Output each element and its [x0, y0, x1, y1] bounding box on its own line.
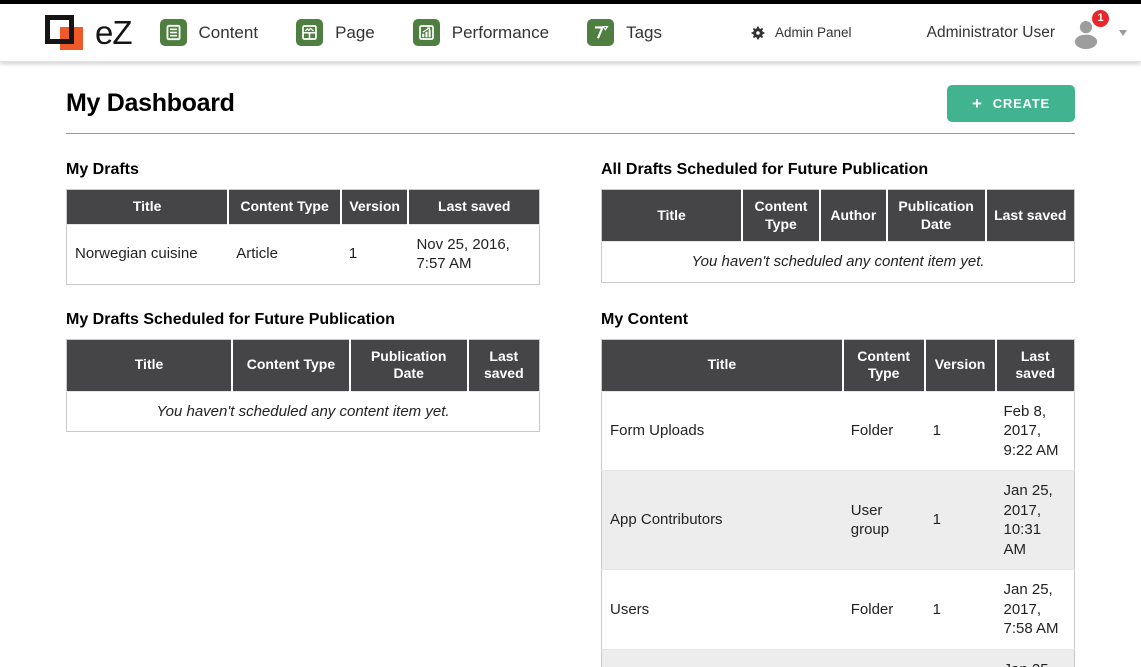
column-header: Last saved — [996, 339, 1075, 391]
table-row[interactable]: Norwegian cuisineArticle1Nov 25, 2016, 7… — [67, 224, 540, 284]
section-all-drafts-scheduled: All Drafts Scheduled for Future Publicat… — [601, 161, 1075, 283]
chevron-down-icon[interactable] — [1119, 30, 1127, 36]
table-cell: 1 — [925, 570, 996, 650]
all-drafts-scheduled-table: TitleContent TypeAuthorPublication DateL… — [601, 189, 1075, 283]
table-header-row: TitleContent TypeVersionLast saved — [67, 190, 540, 225]
table-cell: Jan 25, 2017, 7:55 AM — [996, 649, 1075, 667]
table-cell: Folder — [843, 570, 925, 650]
ez-logo-mark-icon — [45, 12, 87, 54]
nav-item-content[interactable]: Content — [160, 19, 259, 46]
nav-item-tags[interactable]: Tags — [587, 19, 662, 46]
my-drafts-scheduled-table: TitleContent TypePublication DateLast sa… — [66, 339, 540, 433]
section-my-drafts: My Drafts TitleContent TypeVersionLast s… — [66, 161, 540, 285]
user-menu[interactable]: Administrator User 1 — [927, 17, 1127, 49]
admin-panel-label: Admin Panel — [775, 25, 852, 40]
empty-message: You haven't scheduled any content item y… — [67, 391, 540, 432]
my-drafts-table: TitleContent TypeVersionLast savedNorweg… — [66, 189, 540, 285]
table-cell: Norwegian cuisine — [67, 224, 229, 284]
ez-logo-text: eZ — [95, 14, 132, 52]
column-header: Publication Date — [350, 339, 468, 391]
table-header-row: TitleContent TypePublication DateLast sa… — [67, 339, 540, 391]
notification-badge[interactable]: 1 — [1092, 10, 1109, 27]
table-row[interactable]: App ContributorsUser group1Jan 25, 2017,… — [602, 471, 1075, 570]
dashboard-grid: My Drafts TitleContent TypeVersionLast s… — [66, 161, 1075, 667]
table-cell: 1 — [925, 649, 996, 667]
table-cell: App Contributors — [602, 471, 843, 570]
create-button-label: CREATE — [993, 96, 1050, 111]
table-cell: Folder — [843, 649, 925, 667]
table-header-row: TitleContent TypeVersionLast saved — [602, 339, 1075, 391]
nav-label-page: Page — [335, 23, 375, 43]
nav-label-performance: Performance — [452, 23, 549, 43]
table-cell: 1 — [341, 224, 409, 284]
tags-icon — [587, 19, 614, 46]
table-cell: Folder — [843, 391, 925, 471]
table-cell: Feb 8, 2017, 9:22 AM — [996, 391, 1075, 471]
column-header: Version — [925, 339, 996, 391]
column-header: Title — [602, 190, 742, 242]
table-header-row: TitleContent TypeAuthorPublication DateL… — [602, 190, 1075, 242]
column-header: Title — [67, 339, 233, 391]
avatar[interactable]: 1 — [1069, 17, 1103, 49]
table-row[interactable]: AppFolder1Jan 25, 2017, 7:55 AM — [602, 649, 1075, 667]
table-cell: 1 — [925, 391, 996, 471]
main-nav: Content Page — [160, 19, 663, 46]
create-button[interactable]: CREATE — [947, 85, 1075, 122]
app-header: eZ Content Pag — [0, 4, 1141, 62]
table-cell: Article — [228, 224, 341, 284]
nav-label-tags: Tags — [626, 23, 662, 43]
user-name: Administrator User — [927, 24, 1055, 42]
ez-logo[interactable]: eZ — [45, 12, 132, 54]
page-icon — [296, 19, 323, 46]
empty-row: You haven't scheduled any content item y… — [67, 391, 540, 432]
table-cell: User group — [843, 471, 925, 570]
column-header: Version — [341, 190, 409, 225]
ez-logo-outline-square — [45, 15, 74, 44]
empty-row: You haven't scheduled any content item y… — [602, 242, 1075, 283]
table-cell: 1 — [925, 471, 996, 570]
section-my-content: My Content TitleContent TypeVersionLast … — [601, 311, 1075, 667]
dashboard-main: My Dashboard CREATE My Drafts TitleConte… — [0, 85, 1141, 667]
column-header: Content Type — [742, 190, 820, 242]
section-heading-my-drafts: My Drafts — [66, 161, 540, 179]
content-icon — [160, 19, 187, 46]
admin-panel-link[interactable]: Admin Panel — [750, 25, 852, 41]
column-header: Last saved — [408, 190, 539, 225]
column-header: Content Type — [232, 339, 350, 391]
table-cell: Form Uploads — [602, 391, 843, 471]
nav-item-page[interactable]: Page — [296, 19, 375, 46]
column-header: Content Type — [228, 190, 341, 225]
plus-icon — [972, 99, 983, 109]
column-header: Content Type — [843, 339, 925, 391]
table-cell: Users — [602, 570, 843, 650]
table-row[interactable]: Form UploadsFolder1Feb 8, 2017, 9:22 AM — [602, 391, 1075, 471]
section-my-drafts-scheduled: My Drafts Scheduled for Future Publicati… — [66, 311, 540, 433]
nav-label-content: Content — [199, 23, 259, 43]
table-row[interactable]: UsersFolder1Jan 25, 2017, 7:58 AM — [602, 570, 1075, 650]
column-header: Publication Date — [887, 190, 986, 242]
gear-icon — [750, 25, 766, 41]
column-header: Last saved — [986, 190, 1075, 242]
section-heading-my-content: My Content — [601, 311, 1075, 329]
my-content-table: TitleContent TypeVersionLast savedForm U… — [601, 339, 1075, 667]
column-header: Author — [820, 190, 887, 242]
table-cell: Nov 25, 2016, 7:57 AM — [408, 224, 539, 284]
table-cell: App — [602, 649, 843, 667]
section-heading-my-drafts-scheduled: My Drafts Scheduled for Future Publicati… — [66, 311, 540, 329]
section-heading-all-drafts-scheduled: All Drafts Scheduled for Future Publicat… — [601, 161, 1075, 179]
title-row: My Dashboard CREATE — [66, 85, 1075, 122]
table-cell: Jan 25, 2017, 10:31 AM — [996, 471, 1075, 570]
empty-message: You haven't scheduled any content item y… — [602, 242, 1075, 283]
performance-icon — [413, 19, 440, 46]
nav-item-performance[interactable]: Performance — [413, 19, 549, 46]
column-header: Title — [67, 190, 229, 225]
table-cell: Jan 25, 2017, 7:58 AM — [996, 570, 1075, 650]
title-divider — [66, 133, 1075, 134]
page-title: My Dashboard — [66, 89, 235, 118]
column-header: Title — [602, 339, 843, 391]
column-header: Last saved — [468, 339, 540, 391]
